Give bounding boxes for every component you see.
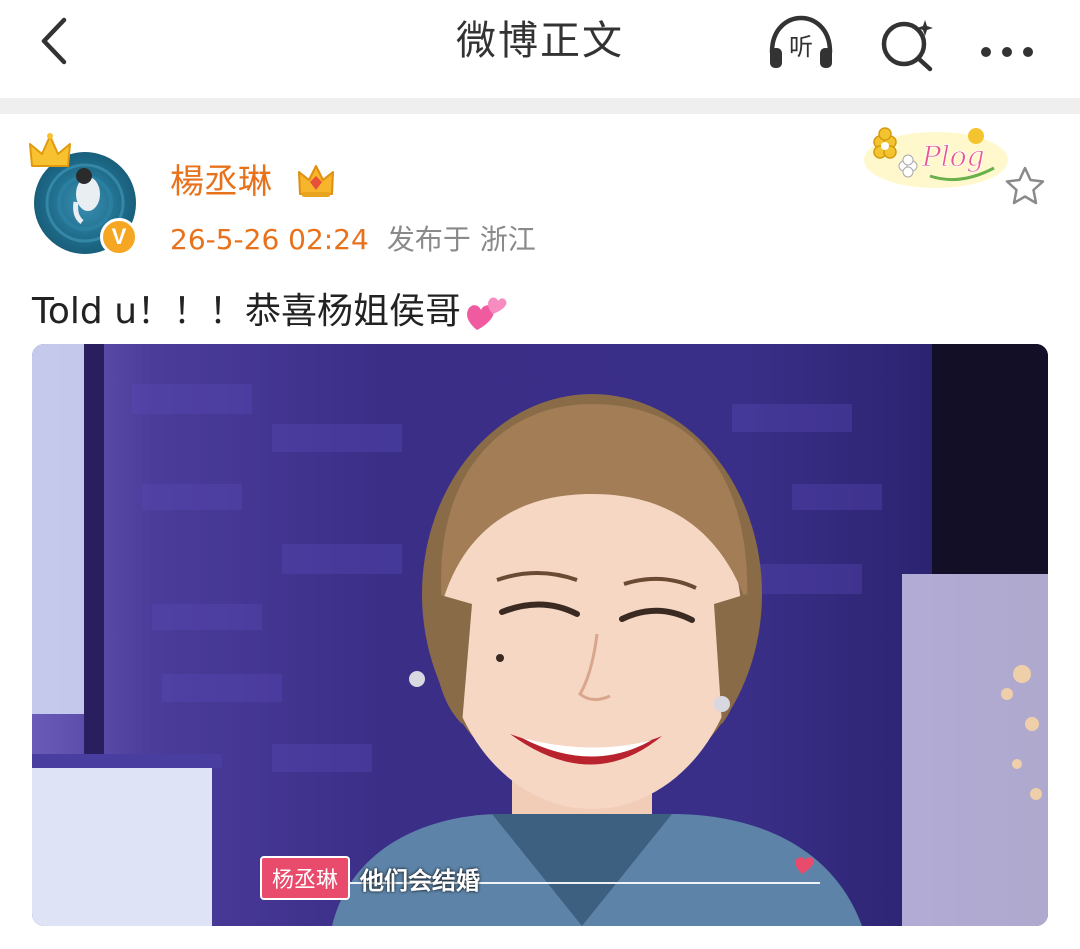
post-text: Told u！！！恭喜杨姐侯哥 (32, 286, 509, 338)
video-caption: 杨丞琳 他们会结婚 (260, 856, 481, 900)
plog-sticker-icon: Plog (864, 127, 1008, 188)
post-time: 26-5-26 02:24 (170, 223, 369, 256)
two-hearts-icon (467, 297, 507, 330)
search-icon (881, 20, 933, 72)
avatar-container[interactable]: V (28, 132, 146, 256)
post-image[interactable]: 杨丞琳 他们会结婚 (32, 344, 1048, 926)
crown-icon (29, 133, 71, 167)
listen-label: 听 (789, 33, 813, 61)
plog-label: Plog (921, 140, 985, 173)
listen-button[interactable]: 听 (764, 12, 838, 72)
section-divider (0, 98, 1080, 114)
more-button[interactable] (970, 12, 1044, 72)
more-dots-icon (981, 47, 1033, 57)
post-location: 发布于 浙江 (386, 223, 536, 256)
caption-speaker: 杨丞琳 (260, 856, 351, 900)
search-button[interactable] (870, 12, 944, 72)
headphones-icon: 听 (769, 15, 833, 68)
username[interactable]: 楊丞琳 (170, 160, 272, 204)
caption-text: 他们会结婚 (360, 866, 481, 895)
post-body: Told u！！！恭喜杨姐侯哥 (32, 291, 462, 332)
favorite-star-icon[interactable] (1002, 164, 1048, 208)
verified-badge: V (100, 218, 138, 256)
post-meta: 26-5-26 02:24 发布于 浙江 (170, 220, 536, 260)
top-nav-bar: 微博正文 听 (0, 0, 1080, 98)
vip-crown-icon (298, 165, 334, 197)
